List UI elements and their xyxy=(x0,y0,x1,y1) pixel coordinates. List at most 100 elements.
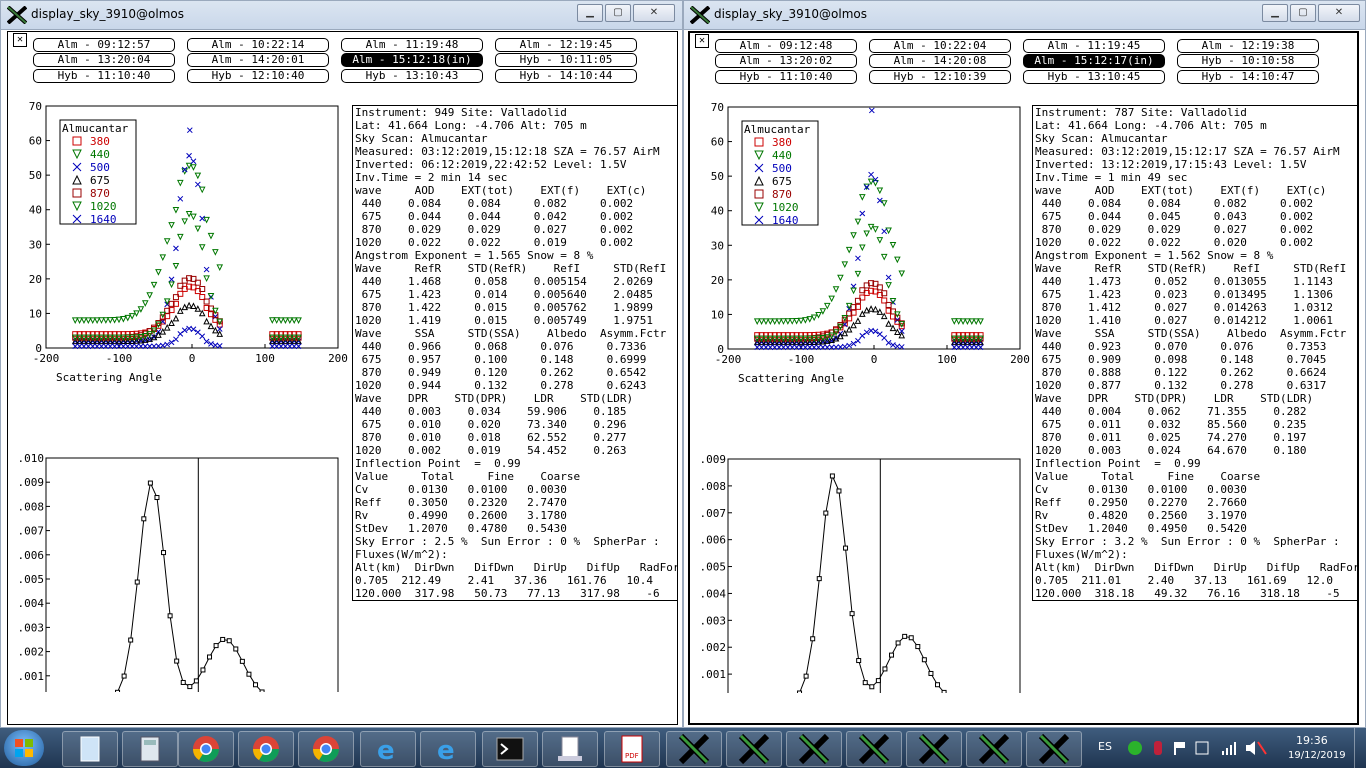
taskbar-chrome-1[interactable] xyxy=(178,731,234,767)
size-distribution-chart: .010 .009 .008 .007 .006 .005 .004 .003 .002 .001… xyxy=(18,452,339,692)
taskbar-ie-2[interactable]: e xyxy=(420,731,476,767)
info-line-14: 440 1.473 0.052 0.013055 1.1143 xyxy=(1035,275,1334,288)
right-window[interactable]: display_sky_3910@olmos ▁ ▢ ✕ ✕ Alm - 09:… xyxy=(683,0,1366,728)
taskbar-x-window-3[interactable] xyxy=(786,731,842,767)
y-tick-label: .006 xyxy=(700,534,727,547)
info-line-35: Fluxes(W/m^2): xyxy=(355,548,448,561)
scan-button-2[interactable]: Alm - 10:22:04 xyxy=(869,39,1011,53)
scan-button-8[interactable]: Hyb - 10:11:05 xyxy=(495,53,637,67)
scan-button-11[interactable]: Hyb - 13:10:45 xyxy=(1023,70,1165,84)
scan-button-7[interactable]: Alm - 15:12:18(in) xyxy=(341,53,483,67)
scan-button-6[interactable]: Alm - 14:20:08 xyxy=(869,54,1011,68)
info-line-6: Inv.Time = 1 min 49 sec xyxy=(1035,171,1188,184)
info-line-30: Cv 0.0130 0.0100 0.0030 xyxy=(355,483,567,496)
info-line-32: Rv 0.4990 0.2600 3.1780 xyxy=(355,509,567,522)
info-line-20: 675 0.909 0.098 0.148 0.7045 xyxy=(1035,353,1327,366)
taskbar-x-window-4[interactable] xyxy=(846,731,902,767)
size-marker xyxy=(193,678,199,684)
size-marker xyxy=(141,516,147,522)
scan-button-5[interactable]: Alm - 13:20:04 xyxy=(33,53,175,67)
taskbar-chrome-3[interactable] xyxy=(298,731,354,767)
size-marker xyxy=(915,644,921,650)
scan-button-9[interactable]: Hyb - 11:10:40 xyxy=(715,70,857,84)
size-marker xyxy=(253,682,259,688)
scan-button-8[interactable]: Hyb - 10:10:58 xyxy=(1177,54,1319,68)
scan-button-7[interactable]: Alm - 15:12:17(in) xyxy=(1023,54,1165,68)
size-marker xyxy=(233,646,239,652)
start-button[interactable] xyxy=(4,730,44,766)
taskbar-x-window-5[interactable] xyxy=(906,731,962,767)
document-icon xyxy=(558,736,582,761)
scan-button-4[interactable]: Alm - 12:19:38 xyxy=(1177,39,1319,53)
panel-close-box[interactable]: ✕ xyxy=(13,33,27,47)
scan-button-10[interactable]: Hyb - 12:10:40 xyxy=(187,69,329,83)
info-line-13: Wave RefR STD(RefR) RefI STD(RefI xyxy=(355,262,667,275)
scan-button-12[interactable]: Hyb - 14:10:44 xyxy=(495,69,637,83)
minimize-button[interactable]: ▁ xyxy=(577,4,603,22)
scan-button-1[interactable]: Alm - 09:12:57 xyxy=(33,38,175,52)
plot-frame xyxy=(727,458,1021,693)
info-line-17: 1020 1.419 0.015 0.005749 1.9751 xyxy=(355,314,654,327)
maximize-button[interactable]: ▢ xyxy=(1290,4,1316,22)
info-line-17: 1020 1.410 0.027 0.014212 1.0061 xyxy=(1035,314,1334,327)
y-tick-label: .001 xyxy=(700,668,727,681)
size-marker xyxy=(882,666,888,672)
taskbar-x-window-2[interactable] xyxy=(726,731,782,767)
left-window-titlebar[interactable]: display_sky_3910@olmos ▁ ▢ ✕ xyxy=(1,1,682,30)
info-line-13: Wave RefR STD(RefR) RefI STD(RefI xyxy=(1035,262,1347,275)
scan-button-12[interactable]: Hyb - 14:10:47 xyxy=(1177,70,1319,84)
taskbar-terminal[interactable] xyxy=(482,731,538,767)
taskbar-x-window-6[interactable] xyxy=(966,731,1022,767)
scan-button-3[interactable]: Alm - 11:19:48 xyxy=(341,38,483,52)
show-desktop-button[interactable] xyxy=(1354,728,1366,768)
panel-close-box[interactable]: ✕ xyxy=(695,34,709,48)
scan-button-3[interactable]: Alm - 11:19:45 xyxy=(1023,39,1165,53)
language-indicator[interactable]: ES xyxy=(1098,740,1112,753)
taskbar-ie-1[interactable]: e xyxy=(360,731,416,767)
taskbar-pdf[interactable]: PDF xyxy=(604,731,660,767)
maximize-button[interactable]: ▢ xyxy=(605,4,631,22)
scan-button-4[interactable]: Alm - 12:19:45 xyxy=(495,38,637,52)
scan-button-9[interactable]: Hyb - 11:10:40 xyxy=(33,69,175,83)
y-tick-label: 20 xyxy=(29,273,42,286)
size-marker xyxy=(875,678,881,684)
left-window[interactable]: display_sky_3910@olmos ▁ ▢ ✕ ✕ Alm - 09:… xyxy=(0,0,683,728)
close-button[interactable]: ✕ xyxy=(1318,4,1360,22)
info-line-2: Lat: 41.664 Long: -4.706 Alt: 705 m xyxy=(355,119,587,132)
scan-button-6[interactable]: Alm - 14:20:01 xyxy=(187,53,329,67)
taskbar-chrome-2[interactable] xyxy=(238,731,294,767)
taskbar-calculator[interactable] xyxy=(122,731,178,767)
taskbar-explorer-doc[interactable] xyxy=(542,731,598,767)
right-window-titlebar[interactable]: display_sky_3910@olmos ▁ ▢ ✕ xyxy=(684,1,1365,30)
clock-time[interactable]: 19:36 xyxy=(1296,734,1328,747)
close-button[interactable]: ✕ xyxy=(633,4,675,22)
taskbar-notepad[interactable] xyxy=(62,731,118,767)
clock-date[interactable]: 19/12/2019 xyxy=(1288,750,1346,761)
scan-button-1[interactable]: Alm - 09:12:48 xyxy=(715,39,857,53)
x-tick-label: -200 xyxy=(33,352,60,365)
info-line-29: Value Total Fine Coarse xyxy=(1035,470,1261,483)
scan-button-2[interactable]: Alm - 10:22:14 xyxy=(187,38,329,52)
size-marker xyxy=(810,636,816,642)
info-line-21: 870 0.888 0.122 0.262 0.6624 xyxy=(1035,366,1327,379)
info-line-2: Lat: 41.664 Long: -4.706 Alt: 705 m xyxy=(1035,119,1267,132)
scan-button-5[interactable]: Alm - 13:20:02 xyxy=(715,54,857,68)
info-line-19: 440 0.966 0.068 0.076 0.7336 xyxy=(355,340,647,353)
size-marker xyxy=(869,684,875,690)
info-line-23: Wave DPR STD(DPR) LDR STD(LDR) xyxy=(1035,392,1314,405)
minimize-button[interactable]: ▁ xyxy=(1262,4,1288,22)
scan-button-10[interactable]: Hyb - 12:10:39 xyxy=(869,70,1011,84)
scan-button-11[interactable]: Hyb - 13:10:43 xyxy=(341,69,483,83)
taskbar-x-window-7[interactable] xyxy=(1026,731,1082,767)
size-marker xyxy=(908,635,914,641)
legend-entry: 380 xyxy=(90,135,110,148)
y-tick-label: .002 xyxy=(700,641,727,654)
info-line-8: 440 0.084 0.084 0.082 0.002 xyxy=(355,197,634,210)
legend-entry: 675 xyxy=(772,175,792,188)
info-line-8: 440 0.084 0.084 0.082 0.002 xyxy=(1035,197,1314,210)
x-axis-label: Scattering Angle xyxy=(56,371,162,384)
info-line-34: Sky Error : 3.2 % Sun Error : 0 % SpherP… xyxy=(1035,535,1340,548)
taskbar-x-window-1[interactable] xyxy=(666,731,722,767)
legend-entry: 1640 xyxy=(772,214,799,227)
tray-icons[interactable] xyxy=(1126,738,1276,758)
